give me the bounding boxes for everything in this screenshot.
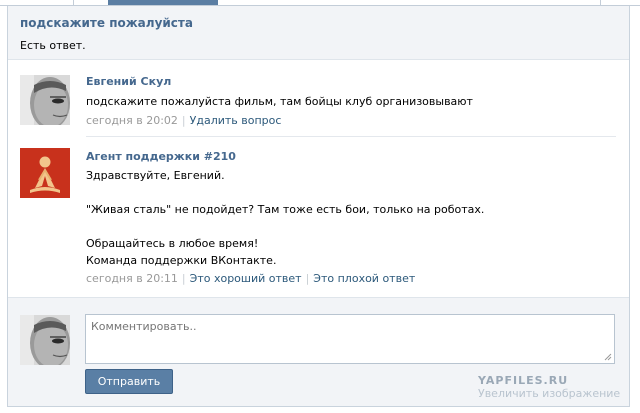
meta-separator: | bbox=[181, 272, 186, 285]
good-answer-link[interactable]: Это хороший ответ bbox=[190, 272, 302, 285]
current-user-avatar[interactable] bbox=[20, 315, 70, 365]
message-author[interactable]: Агент поддержки #210 bbox=[86, 150, 236, 163]
message-text: Команда поддержки ВКонтакте. bbox=[86, 254, 277, 267]
delete-question-link[interactable]: Удалить вопрос bbox=[190, 114, 282, 127]
message-meta: сегодня в 20:02 | Удалить вопрос bbox=[86, 114, 281, 127]
message-meta: сегодня в 20:11 | Это хороший ответ | Это пл… bbox=[86, 272, 415, 285]
message-text: "Живая сталь" не подойдет? Там тоже есть… bbox=[86, 203, 485, 216]
watermark-site: YAPFILES.RU bbox=[478, 374, 569, 387]
user-photo-icon bbox=[20, 75, 70, 125]
message-text: Обращайтесь в любое время! bbox=[86, 237, 259, 250]
message-item: Агент поддержки #210 Здравствуйте, Евген… bbox=[8, 148, 629, 288]
support-avatar[interactable] bbox=[20, 148, 70, 198]
user-photo-icon bbox=[20, 315, 70, 365]
meta-separator: | bbox=[181, 114, 186, 127]
message-time: сегодня в 20:02 bbox=[86, 114, 178, 127]
message-text: Здравствуйте, Евгений. bbox=[86, 169, 225, 182]
resize-grip-icon[interactable] bbox=[604, 353, 612, 361]
user-avatar[interactable] bbox=[20, 75, 70, 125]
question-title: подскажите пожалуйста bbox=[20, 16, 193, 30]
message-author[interactable]: Евгений Скул bbox=[86, 75, 171, 88]
question-status: Есть ответ. bbox=[20, 39, 86, 52]
comment-field[interactable] bbox=[85, 314, 615, 364]
meta-separator: | bbox=[305, 272, 310, 285]
send-button[interactable]: Отправить bbox=[85, 369, 173, 394]
message-item: Евгений Скул подскажите пожалуйста фильм… bbox=[8, 73, 629, 133]
message-time: сегодня в 20:11 bbox=[86, 272, 178, 285]
comment-input[interactable] bbox=[86, 315, 614, 363]
reply-area: Отправить YAPFILES.RU Увеличить изображе… bbox=[8, 297, 629, 406]
watermark-text: Увеличить изображение bbox=[478, 387, 621, 400]
support-agent-icon bbox=[20, 148, 70, 198]
message-text: подскажите пожалуйста фильм, там бойцы к… bbox=[86, 95, 473, 108]
bad-answer-link[interactable]: Это плохой ответ bbox=[313, 272, 415, 285]
watermark: YAPFILES.RU Увеличить изображение bbox=[478, 374, 629, 400]
message-divider bbox=[86, 136, 616, 137]
question-header: подскажите пожалуйста Есть ответ. bbox=[8, 6, 629, 60]
